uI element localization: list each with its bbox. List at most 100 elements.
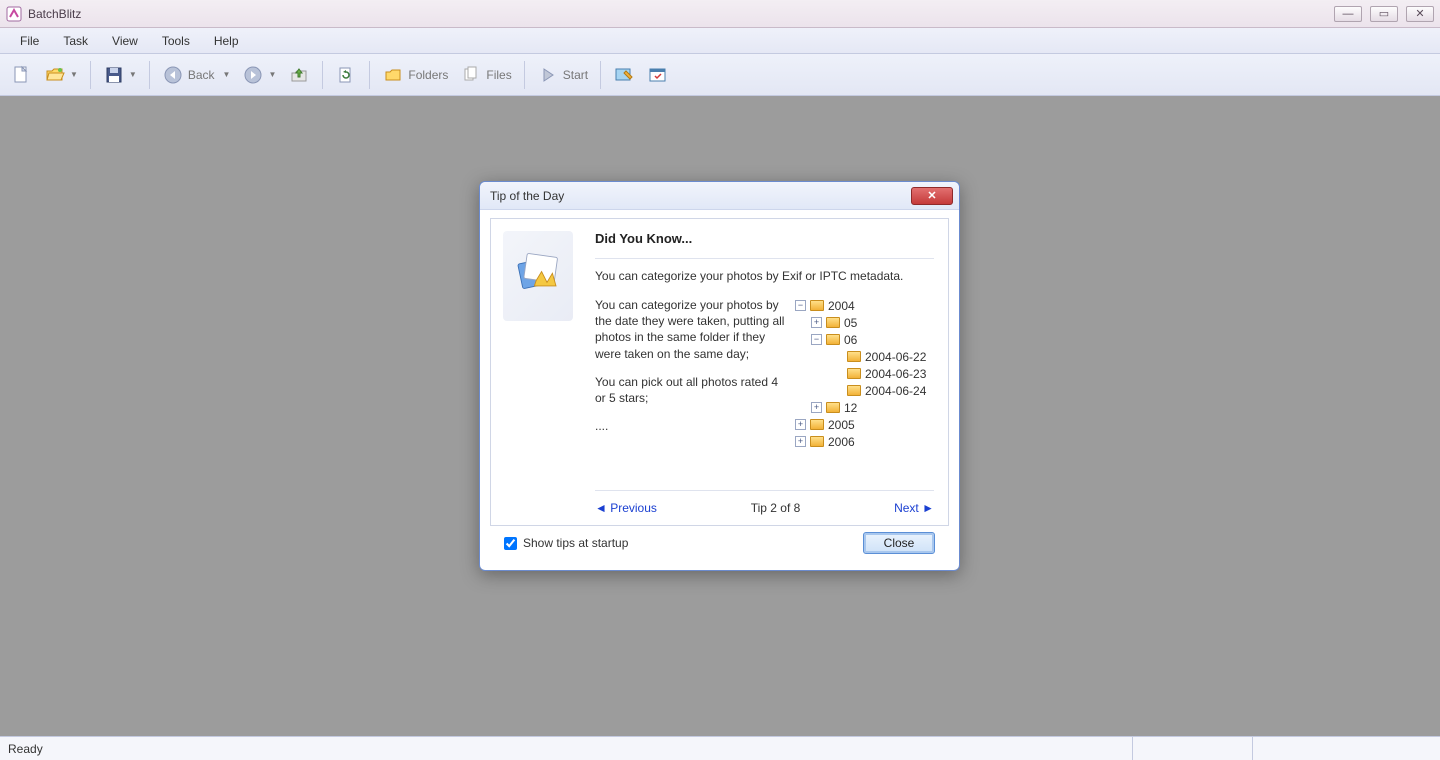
- back-label: Back: [188, 68, 215, 82]
- menu-file[interactable]: File: [8, 31, 51, 51]
- tree-node[interactable]: +05: [811, 314, 926, 331]
- start-label: Start: [563, 68, 588, 82]
- chevron-down-icon: ▼: [223, 70, 231, 79]
- collapse-icon[interactable]: −: [811, 334, 822, 345]
- folders-icon: [382, 64, 404, 86]
- menu-view[interactable]: View: [100, 31, 150, 51]
- toolbar-separator: [90, 61, 91, 89]
- folder-icon: [847, 351, 861, 362]
- chevron-down-icon: ▼: [268, 70, 276, 79]
- status-divider: [1132, 737, 1252, 760]
- tip-para-3: ....: [595, 418, 785, 434]
- folder-tree: −2004 +05 −06 2004-06-22 2004-06-23 2004…: [795, 297, 926, 450]
- divider: [595, 258, 934, 259]
- toolbar-separator: [600, 61, 601, 89]
- close-window-button[interactable]: ✕: [1406, 6, 1434, 22]
- toolbar-separator: [149, 61, 150, 89]
- forward-arrow-icon: [242, 64, 264, 86]
- tip-intro: You can categorize your photos by Exif o…: [595, 269, 934, 283]
- close-button[interactable]: Close: [863, 532, 935, 554]
- open-button[interactable]: ▼: [40, 60, 82, 90]
- tip-illustration-icon: [503, 231, 573, 321]
- workspace: Tip of the Day ✕ Did You Know... You can…: [0, 96, 1440, 736]
- folder-icon: [826, 334, 840, 345]
- forward-button[interactable]: ▼: [238, 60, 280, 90]
- toolbar: ▼ ▼ Back ▼ ▼ Folders Files Start: [0, 54, 1440, 96]
- tip-para-1: You can categorize your photos by the da…: [595, 297, 785, 362]
- menu-bar: File Task View Tools Help: [0, 28, 1440, 54]
- expand-icon[interactable]: +: [795, 419, 806, 430]
- tip-panel: Did You Know... You can categorize your …: [490, 218, 949, 526]
- show-tips-checkbox[interactable]: Show tips at startup: [504, 536, 628, 550]
- folder-icon: [810, 419, 824, 430]
- tree-node[interactable]: +12: [811, 399, 926, 416]
- tool-button-2[interactable]: [643, 60, 673, 90]
- previous-tip-link[interactable]: ◄ Previous: [595, 501, 657, 515]
- up-button[interactable]: [284, 60, 314, 90]
- status-divider: [1252, 737, 1432, 760]
- app-icon: [6, 6, 22, 22]
- new-document-icon: [10, 64, 32, 86]
- show-tips-label: Show tips at startup: [523, 536, 628, 550]
- floppy-icon: [103, 64, 125, 86]
- toolbar-separator: [322, 61, 323, 89]
- folder-icon: [847, 385, 861, 396]
- chevron-down-icon: ▼: [70, 70, 78, 79]
- dialog-title: Tip of the Day: [490, 189, 564, 203]
- folder-icon: [810, 300, 824, 311]
- menu-tools[interactable]: Tools: [150, 31, 202, 51]
- window-title: BatchBlitz: [28, 7, 81, 21]
- folder-icon: [826, 402, 840, 413]
- folders-button[interactable]: Folders: [378, 60, 452, 90]
- settings-dialog-icon: [647, 64, 669, 86]
- back-button[interactable]: Back ▼: [158, 60, 235, 90]
- menu-help[interactable]: Help: [202, 31, 251, 51]
- show-tips-checkbox-input[interactable]: [504, 537, 517, 550]
- picture-edit-icon: [613, 64, 635, 86]
- tip-heading: Did You Know...: [595, 231, 934, 246]
- dialog-close-x[interactable]: ✕: [911, 187, 953, 205]
- expand-icon[interactable]: +: [795, 436, 806, 447]
- files-label: Files: [486, 68, 511, 82]
- status-text: Ready: [8, 742, 43, 756]
- tree-node[interactable]: +2006: [795, 433, 926, 450]
- tree-node[interactable]: 2004-06-24: [847, 382, 926, 399]
- expand-icon[interactable]: +: [811, 402, 822, 413]
- folder-open-icon: [44, 64, 66, 86]
- maximize-button[interactable]: ▭: [1370, 6, 1398, 22]
- files-icon: [460, 64, 482, 86]
- start-button[interactable]: Start: [533, 60, 592, 90]
- toolbar-separator: [369, 61, 370, 89]
- files-button[interactable]: Files: [456, 60, 515, 90]
- minimize-button[interactable]: —: [1334, 6, 1362, 22]
- chevron-down-icon: ▼: [129, 70, 137, 79]
- expand-icon[interactable]: +: [811, 317, 822, 328]
- tree-node[interactable]: −06: [811, 331, 926, 348]
- tip-text: You can categorize your photos by the da…: [595, 297, 785, 450]
- tip-page-indicator: Tip 2 of 8: [751, 501, 801, 515]
- tree-node[interactable]: 2004-06-23: [847, 365, 926, 382]
- folder-icon: [810, 436, 824, 447]
- refresh-button[interactable]: [331, 60, 361, 90]
- dialog-title-bar: Tip of the Day ✕: [480, 182, 959, 210]
- play-icon: [537, 64, 559, 86]
- tip-of-the-day-dialog: Tip of the Day ✕ Did You Know... You can…: [479, 181, 960, 571]
- tree-node[interactable]: +2005: [795, 416, 926, 433]
- folder-icon: [847, 368, 861, 379]
- status-bar: Ready: [0, 736, 1440, 760]
- refresh-icon: [335, 64, 357, 86]
- save-button[interactable]: ▼: [99, 60, 141, 90]
- back-arrow-icon: [162, 64, 184, 86]
- tree-node[interactable]: 2004-06-22: [847, 348, 926, 365]
- next-tip-link[interactable]: Next ►: [894, 501, 934, 515]
- folder-up-icon: [288, 64, 310, 86]
- toolbar-separator: [524, 61, 525, 89]
- tree-node[interactable]: −2004: [795, 297, 926, 314]
- new-button[interactable]: [6, 60, 36, 90]
- collapse-icon[interactable]: −: [795, 300, 806, 311]
- tool-button-1[interactable]: [609, 60, 639, 90]
- folder-icon: [826, 317, 840, 328]
- menu-task[interactable]: Task: [51, 31, 100, 51]
- folders-label: Folders: [408, 68, 448, 82]
- title-bar: BatchBlitz — ▭ ✕: [0, 0, 1440, 28]
